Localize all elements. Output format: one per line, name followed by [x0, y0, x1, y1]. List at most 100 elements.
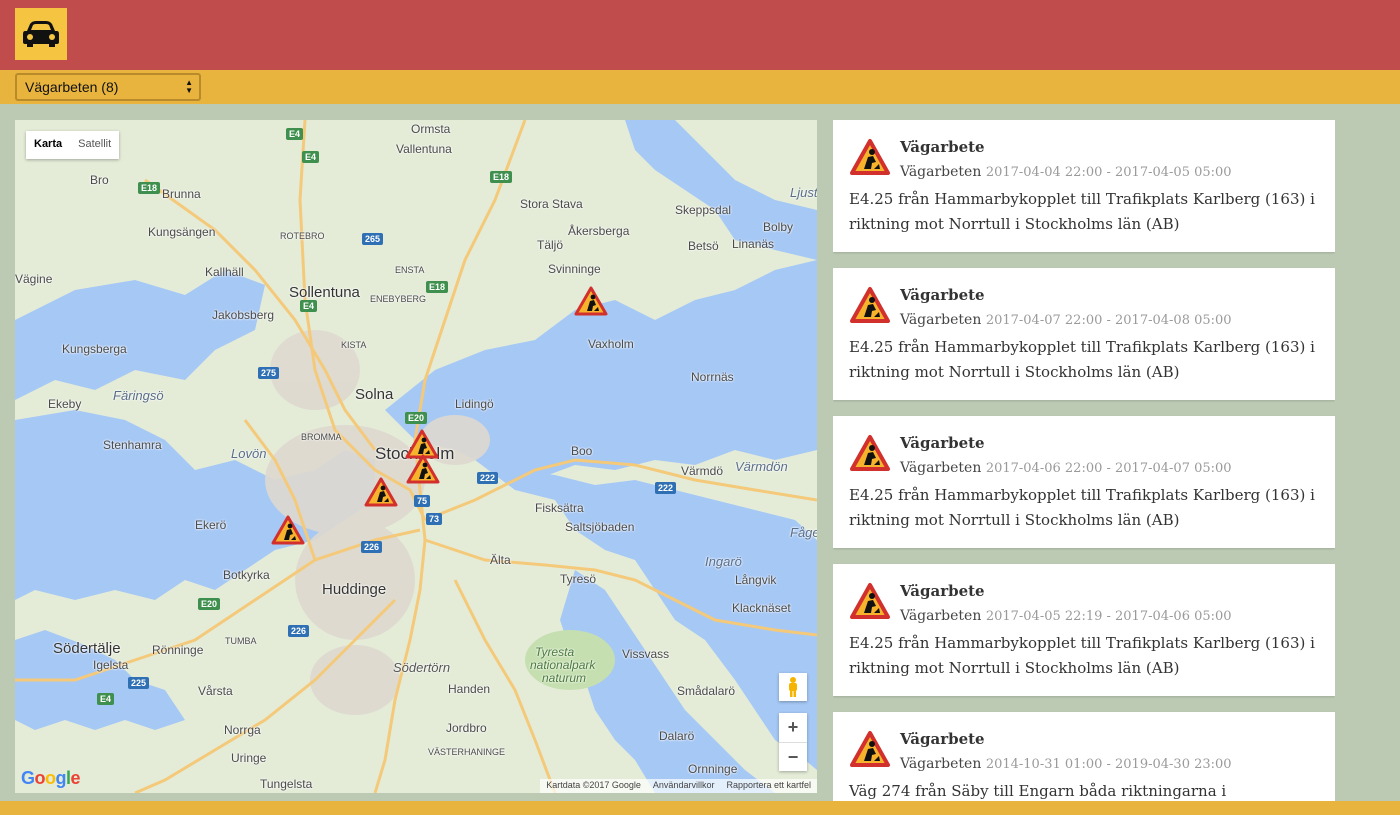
place-label: Norrnäs [691, 370, 734, 384]
road-shield: E20 [405, 412, 428, 424]
place-label: Ljust [790, 185, 817, 200]
place-label: Klacknäset [732, 601, 791, 615]
category-select-value: Vägarbeten (8) [25, 79, 119, 95]
road-shield: 73 [426, 513, 443, 525]
pegman-icon [789, 677, 797, 697]
roadwork-title: Vägarbete [900, 582, 985, 600]
place-label: Vaxholm [588, 337, 634, 351]
place-label: Värmdö [681, 464, 724, 478]
place-label: Svinninge [548, 262, 601, 276]
footer-bar [0, 801, 1400, 815]
place-label: BROMMA [301, 432, 342, 442]
place-label: Lovön [231, 446, 267, 461]
car-logo[interactable] [15, 8, 67, 60]
category-select[interactable]: Vägarbeten (8) ▲ ▼ [15, 73, 201, 101]
place-label: Älta [490, 553, 511, 567]
roadwork-category: Vägarbeten [900, 756, 982, 772]
place-label: Tyresö [560, 572, 597, 586]
road-shield: 222 [655, 482, 677, 494]
place-label: Uringe [231, 751, 267, 765]
roadwork-category: Vägarbeten [900, 312, 982, 328]
roadwork-warning-icon [850, 287, 890, 323]
roadwork-time: 2017-04-04 22:00 - 2017-04-05 05:00 [985, 165, 1232, 180]
roadwork-time: 2017-04-07 22:00 - 2017-04-08 05:00 [985, 313, 1232, 328]
roadwork-card[interactable]: Vägarbete Vägarbeten 2017-04-04 22:00 - … [833, 120, 1335, 252]
map-type-control: Karta Satellit [26, 131, 120, 159]
place-label: naturum [542, 671, 587, 685]
roadwork-meta: Vägarbeten 2017-04-04 22:00 - 2017-04-05… [900, 164, 1232, 180]
roadwork-category: Vägarbeten [900, 164, 982, 180]
place-label: Kallhäll [205, 265, 244, 279]
roadwork-title: Vägarbete [900, 138, 985, 156]
place-label: Bro [90, 173, 109, 187]
place-label: Jakobsberg [212, 308, 275, 322]
roadwork-meta: Vägarbeten 2017-04-05 22:19 - 2017-04-06… [900, 608, 1232, 624]
roadwork-marker-icon[interactable] [574, 286, 608, 316]
roadwork-marker-icon[interactable] [406, 454, 440, 484]
road-shield: E20 [198, 598, 221, 610]
road-shield: E18 [138, 182, 161, 194]
road-shield: 222 [477, 472, 499, 484]
roadwork-warning-icon [850, 583, 890, 619]
place-label: Fåge [790, 525, 817, 540]
roadwork-card[interactable]: Vägarbete Vägarbeten 2017-04-06 22:00 - … [833, 416, 1335, 548]
map-type-satellite-button[interactable]: Satellit [70, 131, 119, 159]
roadwork-card[interactable]: Vägarbete Vägarbeten 2017-04-07 22:00 - … [833, 268, 1335, 400]
roadwork-description: Väg 274 från Säby till Engarn båda riktn… [849, 782, 1227, 800]
roadwork-description: E4.25 från Hammarbykopplet till Trafikpl… [849, 338, 1315, 381]
place-label: Fisksätra [535, 501, 584, 515]
street-view-pegman[interactable] [779, 673, 807, 701]
place-label: ENEBYBERG [370, 294, 427, 304]
place-label: Bolby [763, 220, 794, 234]
place-label: Stenhamra [103, 438, 162, 452]
place-label: Kungsberga [62, 342, 127, 356]
roadwork-description: E4.25 från Hammarbykopplet till Trafikpl… [849, 634, 1315, 677]
road-shield: 226 [361, 541, 383, 553]
place-label: Boo [571, 444, 593, 458]
roadwork-card[interactable]: Vägarbete Vägarbeten 2017-04-05 22:19 - … [833, 564, 1335, 696]
road-shield: E18 [426, 281, 449, 293]
map-type-map-button[interactable]: Karta [26, 131, 70, 159]
header-bar [0, 0, 1400, 70]
place-label: Solna [355, 386, 394, 403]
place-label: Kungsängen [148, 225, 216, 239]
road-shield: 265 [362, 233, 384, 245]
roadwork-title: Vägarbete [900, 286, 985, 304]
place-label: Tungelsta [260, 777, 313, 791]
place-label: Stora Stava [520, 197, 583, 211]
report-error-link[interactable]: Rapportera ett kartfel [726, 780, 811, 792]
terms-link[interactable]: Användarvillkor [653, 780, 715, 792]
roadwork-marker-icon[interactable] [364, 477, 398, 507]
road-shield: E4 [286, 128, 304, 140]
roadwork-warning-icon [850, 435, 890, 471]
roadwork-warning-icon [850, 731, 890, 767]
road-shield: 275 [258, 367, 280, 379]
roadwork-time: 2017-04-06 22:00 - 2017-04-07 05:00 [985, 461, 1232, 476]
place-label: Huddinge [322, 581, 387, 598]
place-label: Botkyrka [223, 568, 270, 582]
roadwork-description: E4.25 från Hammarbykopplet till Trafikpl… [849, 190, 1315, 233]
map-view[interactable]: Karta Satellit Ormsta Vallentuna Bro Bru… [15, 120, 817, 793]
place-label: ENSTA [395, 265, 425, 275]
place-label: KISTA [341, 340, 367, 350]
road-shield: 75 [414, 495, 431, 507]
place-label: Linanäs [732, 237, 775, 251]
roadwork-marker-icon[interactable] [271, 515, 305, 545]
zoom-control: + − [779, 713, 807, 771]
roadwork-title: Vägarbete [900, 434, 985, 452]
place-label: Vägine [15, 272, 53, 286]
select-arrows-icon: ▲ ▼ [185, 78, 193, 95]
map-attribution: Kartdata ©2017 Google Användarvillkor Ra… [540, 779, 817, 793]
zoom-in-button[interactable]: + [779, 713, 807, 742]
place-label: nationalpark [530, 658, 596, 672]
place-label: Sollentuna [289, 284, 360, 301]
place-label: Saltsjöbaden [565, 520, 635, 534]
filter-bar: Vägarbeten (8) ▲ ▼ [0, 70, 1400, 104]
roadwork-card[interactable]: Vägarbete Vägarbeten 2014-10-31 01:00 - … [833, 712, 1335, 801]
roadwork-meta: Vägarbeten 2017-04-07 22:00 - 2017-04-08… [900, 312, 1232, 328]
zoom-out-button[interactable]: − [779, 743, 807, 772]
place-label: Smådalarö [677, 684, 736, 698]
place-label: Igelsta [93, 658, 129, 672]
place-label: Södertälje [53, 640, 121, 657]
place-label: Täljö [537, 238, 564, 252]
